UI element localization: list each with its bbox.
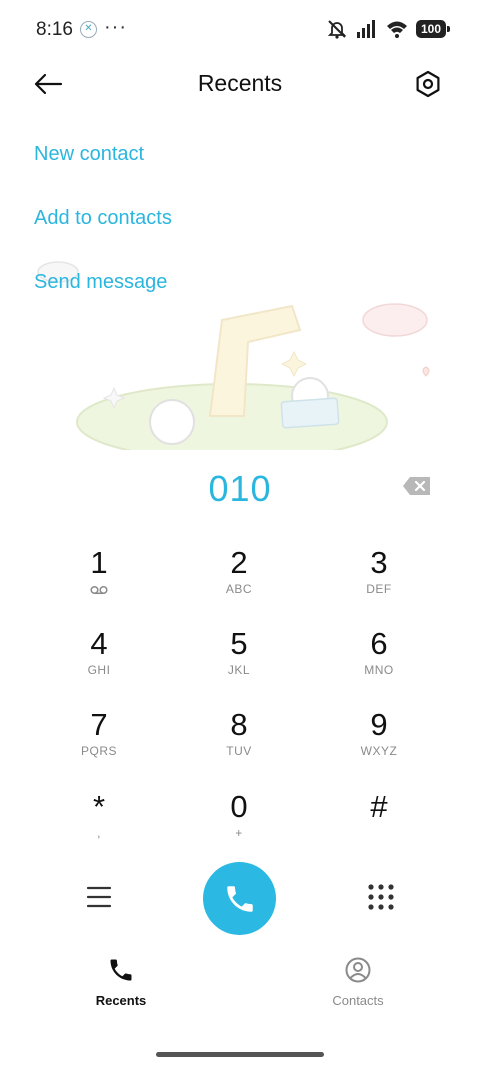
phone-icon [110,959,132,981]
key-digit: 4 [90,626,108,661]
key-digit: 5 [230,626,248,661]
illustration-bunny-left [149,399,195,445]
key-letters: GHI [87,663,111,677]
dialpad-icon [368,884,394,910]
status-bar: 8:16 ✕ ··· 100 [0,0,480,60]
voicemail-icon [90,585,108,595]
call-button[interactable] [203,862,276,935]
key-0[interactable]: 0 + [179,790,299,862]
key-digit: 1 [90,545,108,580]
keypad-toggle-button[interactable] [362,878,400,916]
key-letters: TUV [226,744,252,758]
tab-contacts[interactable]: Contacts [298,956,418,1008]
key-letters: DEF [366,582,392,596]
illustration-cloud [362,303,428,337]
menu-button[interactable] [80,878,118,916]
more-notifications-icon: ··· [104,16,127,38]
key-digit: 2 [230,545,248,580]
key-digit: # [370,789,388,824]
key-digit: 0 [230,789,248,824]
backspace-icon [403,477,430,495]
settings-hexagon-icon [416,70,440,98]
hamburger-menu-icon [86,886,112,908]
key-digit: 9 [370,707,388,742]
new-contact-link[interactable]: New contact [34,143,144,166]
settings-button[interactable] [410,66,446,102]
key-digit: * [92,789,106,824]
signal-icon [356,20,375,38]
tab-recents[interactable]: Recents [61,956,181,1008]
app-header: Recents [0,56,480,112]
key-4[interactable]: 4 GHI [39,627,159,699]
key-letters: MNO [364,663,394,677]
phone-icon [226,885,253,912]
status-time: 8:16 [36,19,73,40]
key-letters: ABC [225,582,253,596]
key-7[interactable]: 7 PQRS [39,708,159,780]
key-2[interactable]: 2 ABC [179,546,299,618]
silent-bell-icon [327,20,347,39]
send-message-link[interactable]: Send message [34,271,167,294]
home-indicator[interactable] [156,1052,324,1057]
contacts-icon [345,957,371,983]
tab-contacts-label: Contacts [332,993,384,1008]
key-6[interactable]: 6 MNO [319,627,439,699]
key-letters: JKL [227,663,251,677]
illustration-heart [422,366,430,377]
key-3[interactable]: 3 DEF [319,546,439,618]
key-digit: 7 [90,707,108,742]
wifi-icon [386,21,407,38]
key-digit: 6 [370,626,388,661]
battery-indicator: 100 [415,20,451,38]
key-letters: + [235,826,243,840]
key-8[interactable]: 8 TUV [179,708,299,780]
key-digit: 3 [370,545,388,580]
key-5[interactable]: 5 JKL [179,627,299,699]
illustration-mat [280,397,340,429]
backspace-button[interactable] [402,476,432,496]
app-notification-icon: ✕ [80,21,97,38]
status-icons: 100 [326,18,451,40]
illustration-sparkle [280,350,308,378]
tab-recents-label: Recents [95,993,147,1008]
key-letters: WXYZ [360,744,398,758]
add-to-contacts-link[interactable]: Add to contacts [34,207,172,230]
key-1[interactable]: 1 [39,546,159,618]
key-letters: PQRS [80,744,117,758]
key-9[interactable]: 9 WXYZ [319,708,439,780]
key-digit: 8 [230,707,248,742]
page-title: Recents [197,70,283,96]
key-star[interactable]: * , [39,790,159,862]
key-hash[interactable]: # [319,790,439,862]
key-letters: , [97,826,101,840]
